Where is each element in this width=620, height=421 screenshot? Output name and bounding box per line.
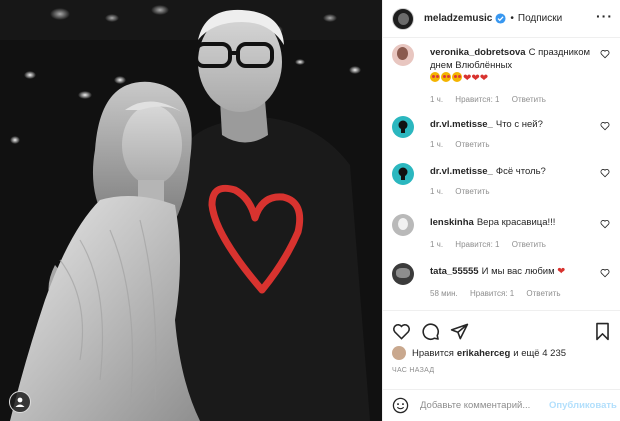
commenter-avatar[interactable] [392,116,414,138]
reply-button[interactable]: Ответить [455,187,489,196]
paper-plane-icon[interactable] [450,322,469,341]
post-side-panel: meladzemusic • Подписки ··· veronika_dob… [382,0,620,421]
commenter-avatar[interactable] [392,263,414,285]
star-struck-emoji-icon [452,72,462,82]
reply-button[interactable]: Ответить [512,240,546,249]
star-struck-emoji-icon [430,72,440,82]
comment-meta: 1 ч. Ответить [430,187,500,196]
bookmark-icon[interactable] [593,322,612,341]
liker-avatar [392,346,406,360]
comment-item: dr.vl.metisse_ Что с ней? 1 ч. Ответить [392,116,614,156]
comment-text-block: dr.vl.metisse_ Фсё чтоль? [430,165,590,178]
comment-input[interactable] [420,400,545,411]
reply-button[interactable]: Ответить [455,140,489,149]
comment-time: 1 ч. [430,240,444,249]
post-photo[interactable] [0,0,382,421]
red-heart-emoji: ❤ [557,266,566,277]
comment-username[interactable]: dr.vl.metisse_ [430,166,493,177]
photo-image [0,0,382,421]
comment-text: Что с ней? [495,119,543,130]
separator-dot: • [510,13,514,24]
heart-outline-icon[interactable] [600,121,610,131]
comment-username[interactable]: lenskinha [430,217,474,228]
comment-time: 58 мин. [430,289,458,298]
following-button[interactable]: Подписки [518,13,562,24]
post-actions-bar [383,310,620,350]
commenter-avatar[interactable] [392,163,414,185]
comment-composer: Опубликовать [383,389,620,421]
post-header: meladzemusic • Подписки ··· [383,0,620,38]
comments-list[interactable]: veronika_dobretsova С праздником днем Влю… [383,38,620,310]
commenter-avatar[interactable] [392,214,414,236]
comment-username[interactable]: tata_55555 [430,266,479,277]
heart-outline-icon[interactable] [600,168,610,178]
comment-item: veronika_dobretsova С праздником днем Влю… [392,44,614,106]
comment-likes-count[interactable]: Нравится: 1 [455,95,499,104]
reply-button[interactable]: Ответить [526,289,560,298]
comment-item: lenskinha Вера красавица!!! 1 ч. Нравится… [392,214,614,254]
comment-meta: 1 ч. Ответить [430,140,500,149]
reply-button[interactable]: Ответить [512,95,546,104]
user-tag-icon [15,397,25,407]
comment-item: dr.vl.metisse_ Фсё чтоль? 1 ч. Ответить [392,163,614,203]
post-timestamp: ЧАС НАЗАД [392,367,435,374]
comment-time: 1 ч. [430,187,444,196]
author-avatar[interactable] [392,7,414,30]
ellipsis-icon[interactable]: ··· [596,8,613,24]
comment-meta: 1 ч. Нравится: 1 Ответить [430,240,556,249]
heart-outline-icon[interactable] [600,268,610,278]
lightbulb-icon [398,120,408,133]
likes-count[interactable]: и ещё 4 235 [513,348,566,359]
carousel-indicator[interactable] [9,391,31,413]
comment-text: Фсё чтоль? [495,166,546,177]
comment-likes-count[interactable]: Нравится: 1 [455,240,499,249]
comment-text: И мы вас любим [481,266,555,277]
comment-text-block: lenskinha Вера красавица!!! [430,216,590,229]
red-hearts-emoji: ❤❤❤ [463,73,489,84]
likes-summary[interactable]: Нравится erikaherceg и ещё 4 235 [392,346,566,360]
comment-meta: 1 ч. Нравится: 1 Ответить [430,95,556,104]
emoji-group: ❤❤❤ [430,72,488,85]
verified-badge-icon [495,13,506,24]
author-username[interactable]: meladzemusic [424,13,492,24]
comment-username[interactable]: dr.vl.metisse_ [430,119,493,130]
comment-text-block: tata_55555 И мы вас любим ❤ [430,265,590,278]
comment-text-block: veronika_dobretsova С праздником днем Влю… [430,46,590,85]
comment-likes-count[interactable]: Нравится: 1 [470,289,514,298]
likes-prefix: Нравится [412,347,454,359]
star-struck-emoji-icon [441,72,451,82]
comment-text: Вера красавица!!! [476,217,556,228]
comment-item: tata_55555 И мы вас любим ❤ 58 мин. Нрави… [392,263,614,303]
comment-time: 1 ч. [430,140,444,149]
comment-text-block: dr.vl.metisse_ Что с ней? [430,118,590,131]
lightbulb-icon [398,167,408,180]
publish-button[interactable]: Опубликовать [549,400,617,411]
comment-time: 1 ч. [430,95,444,104]
heart-outline-icon[interactable] [600,49,610,59]
comment-username[interactable]: veronika_dobretsova [430,47,526,58]
liker-username[interactable]: erikaherceg [457,348,510,359]
heart-outline-icon[interactable] [600,219,610,229]
heart-outline-icon[interactable] [392,322,411,341]
commenter-avatar[interactable] [392,44,414,66]
comment-meta: 58 мин. Нравится: 1 Ответить [430,289,571,298]
smiley-icon[interactable] [392,397,409,414]
comment-bubble-icon[interactable] [421,322,440,341]
